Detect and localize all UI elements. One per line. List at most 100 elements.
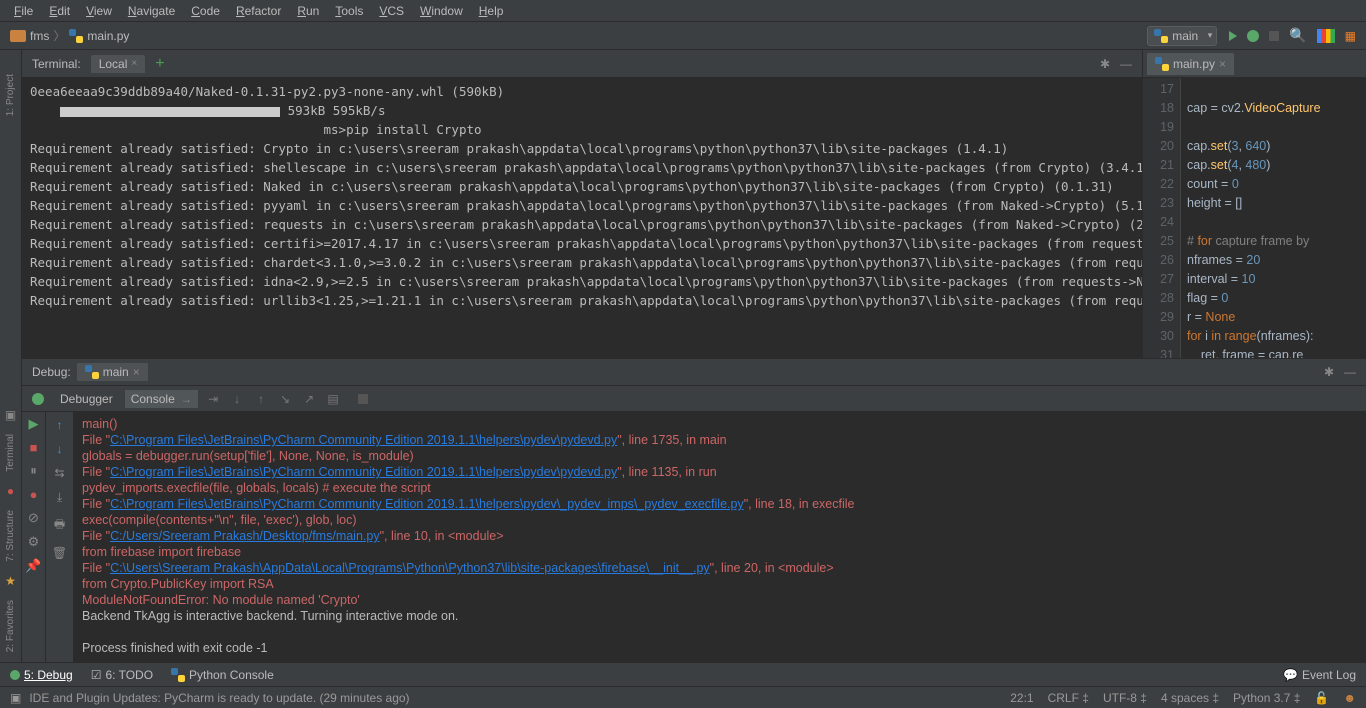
editor-tab-mainpy[interactable]: main.py × [1147,53,1234,75]
close-tab-icon[interactable]: × [131,58,137,69]
print-icon[interactable]: 🖶 [54,515,65,536]
debug-console-output[interactable]: main() File "C:\Program Files\JetBrains\… [74,412,1366,662]
debug-config-tab[interactable]: main × [77,363,148,381]
scroll-end-icon[interactable]: ⤓ [57,490,62,505]
console-tab[interactable]: Console → [125,390,198,408]
menu-run[interactable]: Run [289,4,327,18]
pause-icon[interactable]: ⏸ [30,463,37,479]
search-everywhere-icon[interactable]: 🔍 [1289,27,1306,44]
step-into-icon[interactable]: ↓ [228,392,246,406]
terminal-label: Terminal: [32,57,81,71]
chevron-right-icon: 〉 [53,27,65,44]
run-config-name: main [1172,29,1198,43]
down-stack-icon[interactable]: ↓ [57,442,63,456]
menu-vcs[interactable]: VCS [371,4,412,18]
step-out-icon[interactable]: ↑ [252,392,270,406]
terminal-minimize-icon[interactable]: — [1120,57,1132,71]
run-button[interactable] [1229,31,1237,41]
python-interpreter[interactable]: Python 3.7 ‡ [1233,691,1300,705]
python-icon [171,668,185,682]
rerun-icon[interactable]: ▶ [29,416,39,432]
bug-icon [10,670,20,680]
debug-bottom-tab[interactable]: 5: Debug [10,668,73,682]
menu-code[interactable]: Code [183,4,228,18]
clear-icon[interactable]: 🗑 [52,546,67,560]
indent-config[interactable]: 4 spaces ‡ [1161,691,1219,705]
view-breakpoints-icon[interactable]: ● [30,487,38,502]
stop-icon[interactable]: ■ [30,440,38,455]
folder-icon [10,30,26,42]
breadcrumb-project[interactable]: fms [30,29,49,43]
python-icon [1154,29,1168,43]
menu-help[interactable]: Help [471,4,512,18]
menu-refactor[interactable]: Refactor [228,4,289,18]
todo-bottom-tab[interactable]: ☑ 6: TODO [91,668,153,682]
evaluate-icon[interactable]: ▤ [324,392,342,406]
terminal-output[interactable]: 0eea6eeaa9c39ddb89a40/Naked-0.1.31-py2.p… [22,78,1142,358]
stackoverflow-icon[interactable]: ▦ [1345,29,1356,43]
hector-icon[interactable]: ☻ [1343,691,1356,705]
debug-side-actions: ▶ ■ ⏸ ● ⊘ ⚙ 📌 [22,412,46,662]
google-search-icon[interactable] [1317,29,1335,43]
debug-toolbar: Debugger Console → ⇥ ↓ ↑ ↘ ↗ ▤ [22,386,1366,412]
caret-position[interactable]: 22:1 [1010,691,1033,705]
debug-button[interactable] [1247,30,1259,42]
debug-minimize-icon[interactable]: — [1344,365,1356,379]
debug-label: Debug: [32,365,71,379]
toolbar: fms 〉 main.py main 🔍 ▦ [0,22,1366,50]
python-file-icon [69,29,83,43]
python-console-bottom-tab[interactable]: Python Console [171,668,274,682]
pin-icon[interactable]: 📌 [25,558,41,574]
soft-wrap-icon[interactable]: ⇆ [54,466,64,480]
editor-panel: main.py × 17 18 19 20 21 22 23 24 25 26 … [1142,50,1366,358]
terminal-settings-icon[interactable]: ✱ [1100,57,1110,71]
menu-window[interactable]: Window [412,4,471,18]
structure-tool-tab[interactable]: 7: Structure [5,506,16,566]
readonly-lock-icon[interactable]: 🔓 [1314,691,1329,705]
run-configuration-selector[interactable]: main [1147,26,1217,46]
debugger-tab[interactable]: Debugger [54,390,119,408]
terminal-tool-tab[interactable]: Terminal [5,430,16,476]
editor-code[interactable]: cap = cv2.VideoCapture cap.set(3, 640) c… [1181,78,1366,358]
menu-navigate[interactable]: Navigate [120,4,183,18]
event-log-tab[interactable]: 💬 Event Log [1283,668,1356,682]
debug-bug-icon[interactable] [32,393,44,405]
breadcrumb-file[interactable]: main.py [87,29,129,43]
todo-icon: ☑ [91,668,102,682]
bottom-tool-tabs: 5: Debug ☑ 6: TODO Python Console 💬 Even… [0,662,1366,686]
step-over-icon[interactable]: ⇥ [204,392,222,406]
menu-edit[interactable]: Edit [41,4,78,18]
event-log-icon: 💬 [1283,668,1298,682]
terminal-header: Terminal: Local × + ✱ — [22,50,1142,78]
line-separator[interactable]: CRLF ‡ [1048,691,1089,705]
file-encoding[interactable]: UTF-8 ‡ [1103,691,1147,705]
project-tool-tab[interactable]: 1: Project [5,70,16,120]
left-tool-stripe: 1: Project ▣ Terminal ● 7: Structure ★ 2… [0,50,22,662]
mute-breakpoints-icon[interactable]: ⊘ [28,510,39,526]
console-side-actions: ↑ ↓ ⇆ ⤓ 🖶 🗑 [46,412,74,662]
stop-button[interactable] [1269,31,1279,41]
menu-file[interactable]: File [6,4,41,18]
status-bar: ▣ IDE and Plugin Updates: PyCharm is rea… [0,686,1366,708]
breadcrumb: fms 〉 main.py [10,27,129,44]
close-debug-tab-icon[interactable]: × [133,365,140,379]
debug-settings-icon[interactable]: ⚙ [28,534,40,550]
menu-view[interactable]: View [78,4,120,18]
terminal-side-icon[interactable]: ▣ [5,408,16,422]
favorites-side-icon[interactable]: ★ [5,574,16,588]
debug-settings-icon[interactable]: ✱ [1324,365,1334,379]
favorites-tool-tab[interactable]: 2: Favorites [5,596,16,656]
structure-side-icon[interactable]: ● [7,484,14,498]
stop-debug-icon[interactable] [358,394,368,404]
step-icon[interactable]: ↘ [276,392,294,406]
editor-gutter: 17 18 19 20 21 22 23 24 25 26 27 28 29 3… [1143,78,1181,358]
close-editor-tab-icon[interactable]: × [1219,57,1226,71]
status-window-icon[interactable]: ▣ [10,691,21,705]
python-file-icon [1155,57,1169,71]
run-to-cursor-icon[interactable]: ↗ [300,392,318,406]
menu-tools[interactable]: Tools [327,4,371,18]
terminal-tab-local[interactable]: Local × [91,55,146,73]
new-terminal-tab-button[interactable]: + [149,55,170,73]
up-stack-icon[interactable]: ↑ [57,418,63,432]
status-message[interactable]: IDE and Plugin Updates: PyCharm is ready… [29,691,409,705]
